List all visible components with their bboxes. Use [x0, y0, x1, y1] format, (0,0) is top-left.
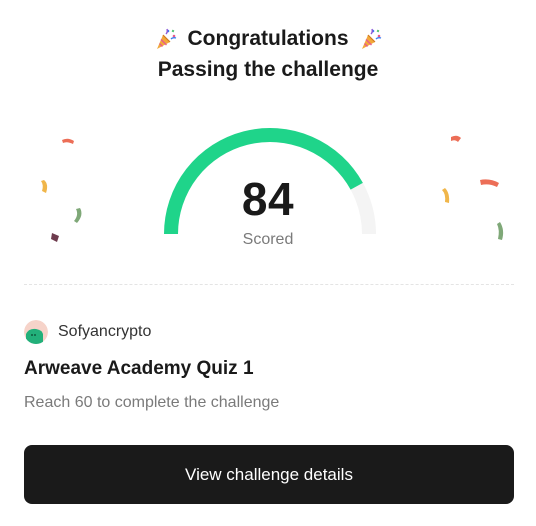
- result-card: 84 Scored Congratulations Passing the ch…: [0, 0, 536, 526]
- challenge-creator[interactable]: Sofyancrypto: [24, 320, 151, 344]
- score-value: 84: [241, 173, 295, 225]
- divider: [24, 284, 514, 285]
- title-row: Congratulations: [0, 22, 536, 56]
- challenge-description: Reach 60 to complete the challenge: [24, 394, 280, 411]
- confetti-left: [41, 138, 82, 242]
- page-subtitle: Passing the challenge: [157, 58, 379, 81]
- party-popper-icon: [156, 28, 176, 49]
- party-popper-icon: [361, 28, 381, 49]
- score-label: Scored: [242, 231, 294, 248]
- header: Congratulations Passing the challenge: [0, 22, 536, 82]
- page-title: Congratulations: [187, 27, 349, 50]
- avatar: [24, 320, 48, 344]
- view-challenge-details-button[interactable]: View challenge details: [24, 445, 514, 504]
- challenge-title: Arweave Academy Quiz 1: [24, 358, 254, 379]
- creator-name: Sofyancrypto: [58, 323, 152, 340]
- confetti-right: [442, 135, 504, 240]
